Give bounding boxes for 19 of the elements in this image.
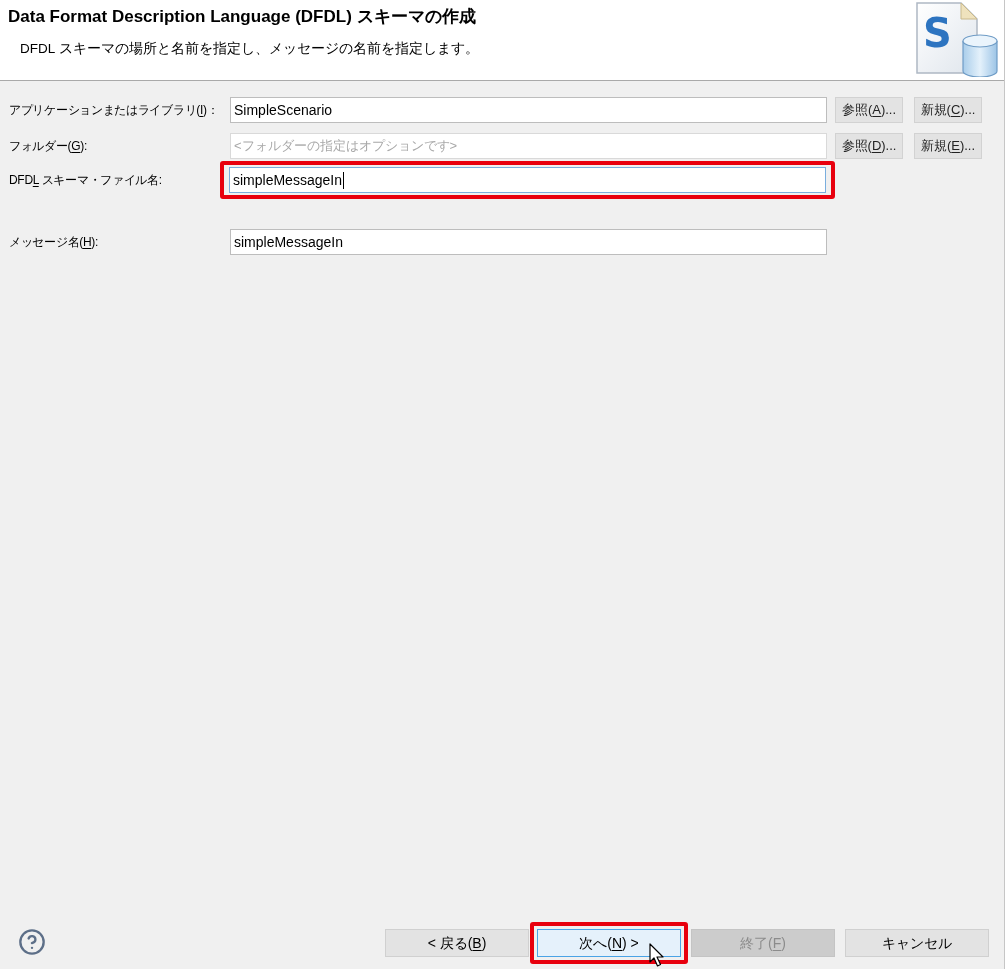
input-field[interactable]: simpleMessageIn	[230, 229, 827, 255]
field-label: メッセージ名(H):	[9, 234, 98, 251]
wizard-description: DFDL スキーマの場所と名前を指定し、メッセージの名前を指定します。	[19, 39, 479, 58]
field-label: DFDL スキーマ・ファイル名:	[9, 172, 162, 189]
cancel-button[interactable]: キャンセル	[845, 929, 989, 957]
text-cursor-icon	[342, 171, 344, 189]
browse-button[interactable]: 参照(D)...	[835, 133, 903, 159]
wizard-title: Data Format Description Language (DFDL) スキーマの作成	[8, 6, 477, 28]
help-icon[interactable]	[18, 928, 46, 956]
new-button[interactable]: 新規(C)...	[914, 97, 982, 123]
field-label: フォルダー(G):	[9, 138, 87, 155]
new-button[interactable]: 新規(E)...	[914, 133, 982, 159]
field-label: アプリケーションまたはライブラリ(I)：	[9, 102, 219, 119]
next-button[interactable]: 次へ(N) >	[537, 929, 681, 957]
browse-button[interactable]: 参照(A)...	[835, 97, 903, 123]
back-button[interactable]: < 戻る(B)	[385, 929, 529, 957]
input-field[interactable]: simpleMessageIn	[229, 167, 826, 193]
input-field[interactable]: SimpleScenario	[230, 97, 827, 123]
mouse-pointer-icon	[649, 943, 666, 969]
